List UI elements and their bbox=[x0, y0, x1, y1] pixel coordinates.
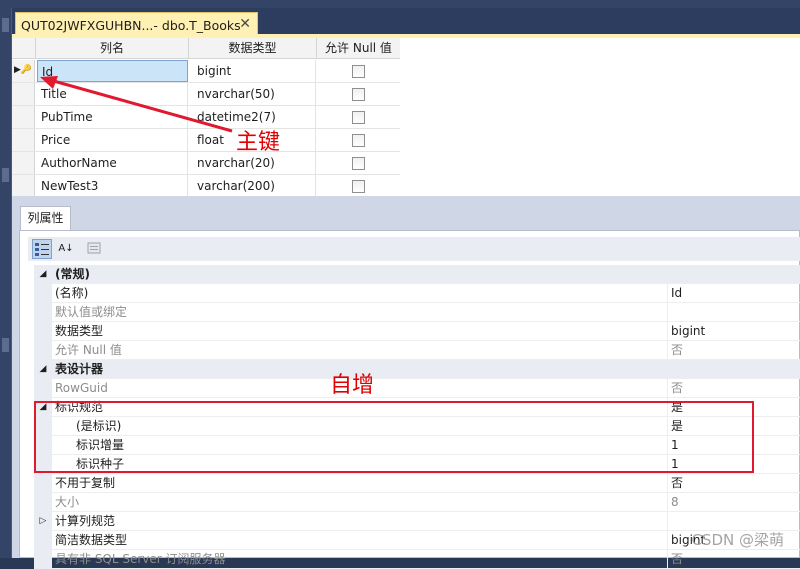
identity-annotation: 自增 bbox=[330, 373, 375, 398]
primary-key-annotation: 主键 bbox=[236, 130, 281, 155]
watermark: CSDN @梁萌 bbox=[691, 531, 784, 549]
identity-highlight-box bbox=[34, 401, 754, 473]
annotation-arrow bbox=[40, 76, 233, 133]
